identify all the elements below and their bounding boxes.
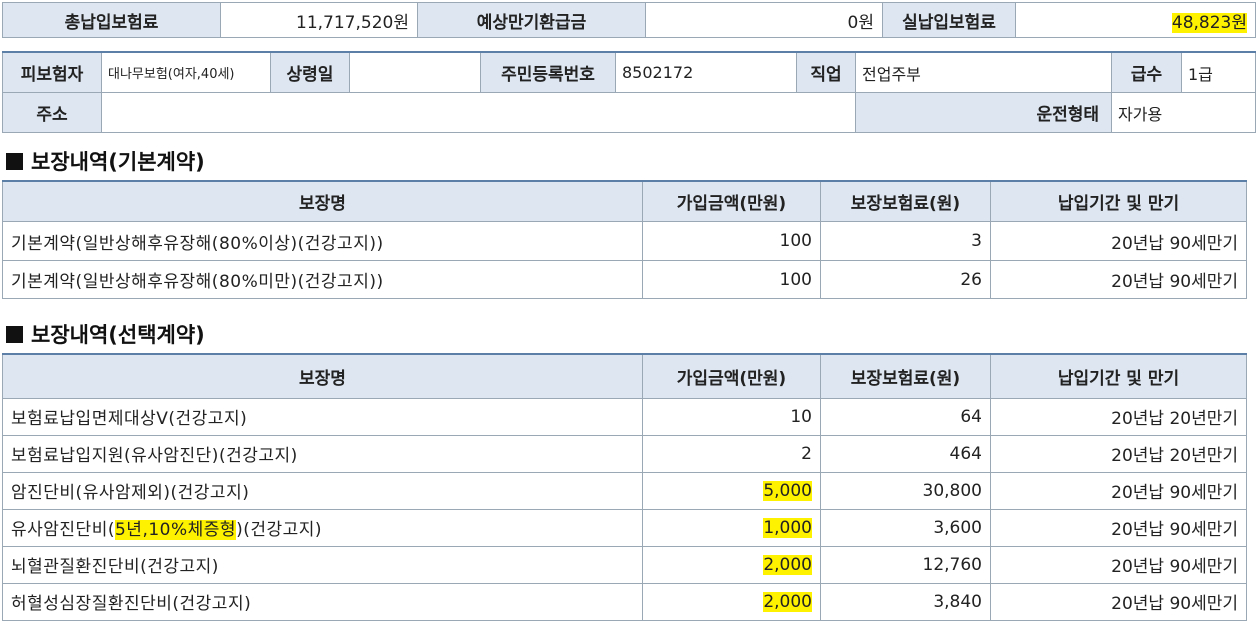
coverage-premium: 3,600 xyxy=(820,508,991,547)
insured-info-table: 피보험자 대나무보험(여자,40세) 상령일 주민등록번호 8502172 직업… xyxy=(2,51,1256,133)
coverage-name: 보험료납입지원(유사암진단)(건강고지) xyxy=(2,434,643,473)
basic-section-title-text: 보장내역(기본계약) xyxy=(31,150,205,174)
coverage-amount: 2,000 xyxy=(763,554,812,575)
coverage-amount: 100 xyxy=(642,221,821,261)
coverage-amount: 2,000 xyxy=(763,591,812,612)
grade-label: 급수 xyxy=(1111,51,1182,93)
col-header-coverage-name: 보장명 xyxy=(2,180,643,222)
table-row: 기본계약(일반상해후유장해(80%이상)(건강고지)) 100 3 20년납 9… xyxy=(2,221,1247,261)
actual-premium-label: 실납입보험료 xyxy=(882,2,1016,38)
coverage-premium: 3,840 xyxy=(820,582,991,621)
coverage-premium: 64 xyxy=(820,397,991,436)
rrn-label: 주민등록번호 xyxy=(480,51,616,93)
table-row: 보험료납입지원(유사암진단)(건강고지) 2 464 20년납 20년만기 xyxy=(2,434,1247,473)
col-header-coverage-name: 보장명 xyxy=(2,353,643,399)
coverage-premium: 12,760 xyxy=(820,545,991,584)
job-value: 전업주부 xyxy=(855,51,1112,93)
col-header-term: 납입기간 및 만기 xyxy=(990,353,1247,399)
coverage-name: 유사암진단비(5년,10%체증형)(건강고지) xyxy=(2,508,643,547)
optional-coverage-table: 보장명 가입금액(만원) 보장보험료(원) 납입기간 및 만기 보험료납입면제대… xyxy=(2,353,1247,621)
coverage-premium: 3 xyxy=(820,221,991,261)
col-header-term: 납입기간 및 만기 xyxy=(990,180,1247,222)
driving-value: 자가용 xyxy=(1111,92,1256,133)
coverage-term: 20년납 90세만기 xyxy=(990,508,1247,547)
insured-label: 피보험자 xyxy=(2,51,102,93)
coverage-premium: 30,800 xyxy=(820,471,991,510)
coverage-amount-cell: 2,000 xyxy=(642,545,821,584)
coverage-amount-cell: 2,000 xyxy=(642,582,821,621)
coverage-name: 허혈성심장질환진단비(건강고지) xyxy=(2,582,643,621)
coverage-name-prefix: 유사암진단비( xyxy=(11,520,115,540)
coverage-name: 뇌혈관질환진단비(건강고지) xyxy=(2,545,643,584)
actual-premium-value: 48,823원 xyxy=(1171,12,1247,33)
coverage-name: 기본계약(일반상해후유장해(80%미만)(건강고지)) xyxy=(2,260,643,299)
coverage-amount-cell: 5,000 xyxy=(642,471,821,510)
col-header-amount: 가입금액(만원) xyxy=(642,180,821,222)
coverage-premium: 464 xyxy=(820,434,991,473)
optional-header-row: 보장명 가입금액(만원) 보장보험료(원) 납입기간 및 만기 xyxy=(2,353,1247,399)
basic-header-row: 보장명 가입금액(만원) 보장보험료(원) 납입기간 및 만기 xyxy=(2,180,1247,222)
coverage-name-suffix: )(건강고지) xyxy=(236,520,323,540)
coverage-term: 20년납 20년만기 xyxy=(990,434,1247,473)
table-row: 뇌혈관질환진단비(건강고지) 2,000 12,760 20년납 90세만기 xyxy=(2,545,1247,584)
expected-refund-value: 0원 xyxy=(645,2,883,38)
coverage-amount: 10 xyxy=(642,397,821,436)
coverage-term: 20년납 90세만기 xyxy=(990,582,1247,621)
rrn-value: 8502172 xyxy=(615,51,797,93)
coverage-term: 20년납 90세만기 xyxy=(990,471,1247,510)
driving-label: 운전형태 xyxy=(855,92,1112,133)
coverage-term: 20년납 90세만기 xyxy=(990,260,1247,299)
table-row: 암진단비(유사암제외)(건강고지) 5,000 30,800 20년납 90세만… xyxy=(2,471,1247,510)
insured-value: 대나무보험(여자,40세) xyxy=(101,51,271,93)
age-date-value xyxy=(349,51,481,93)
basic-section-title: 보장내역(기본계약) xyxy=(6,146,205,176)
coverage-name: 보험료납입면제대상Ⅴ(건강고지) xyxy=(2,397,643,436)
total-premium-value: 11,717,520원 xyxy=(220,2,418,38)
address-label: 주소 xyxy=(2,92,102,133)
optional-section-title: 보장내역(선택계약) xyxy=(6,319,205,349)
coverage-name-highlight: 5년,10%체증형 xyxy=(114,520,237,540)
expected-refund-label: 예상만기환급금 xyxy=(417,2,646,38)
square-bullet-icon xyxy=(6,326,23,343)
coverage-term: 20년납 20년만기 xyxy=(990,397,1247,436)
col-header-premium: 보장보험료(원) xyxy=(820,353,991,399)
total-premium-label: 총납입보험료 xyxy=(2,2,221,38)
job-label: 직업 xyxy=(796,51,856,93)
coverage-name: 기본계약(일반상해후유장해(80%이상)(건강고지)) xyxy=(2,221,643,261)
insured-row-1: 피보험자 대나무보험(여자,40세) 상령일 주민등록번호 8502172 직업… xyxy=(2,51,1256,93)
premium-summary-table: 총납입보험료 11,717,520원 예상만기환급금 0원 실납입보험료 48,… xyxy=(2,2,1256,38)
coverage-amount: 5,000 xyxy=(763,480,812,501)
insured-row-2: 주소 운전형태 자가용 xyxy=(2,92,1256,133)
optional-section-title-text: 보장내역(선택계약) xyxy=(31,323,205,347)
coverage-term: 20년납 90세만기 xyxy=(990,545,1247,584)
coverage-amount: 2 xyxy=(642,434,821,473)
table-row: 보험료납입면제대상Ⅴ(건강고지) 10 64 20년납 20년만기 xyxy=(2,397,1247,436)
table-row: 기본계약(일반상해후유장해(80%미만)(건강고지)) 100 26 20년납 … xyxy=(2,260,1247,299)
coverage-name: 암진단비(유사암제외)(건강고지) xyxy=(2,471,643,510)
grade-value: 1급 xyxy=(1181,51,1256,93)
col-header-amount: 가입금액(만원) xyxy=(642,353,821,399)
coverage-term: 20년납 90세만기 xyxy=(990,221,1247,261)
table-row: 유사암진단비(5년,10%체증형)(건강고지) 1,000 3,600 20년납… xyxy=(2,508,1247,547)
coverage-amount-cell: 1,000 xyxy=(642,508,821,547)
actual-premium-value-cell: 48,823원 xyxy=(1015,2,1256,38)
summary-row: 총납입보험료 11,717,520원 예상만기환급금 0원 실납입보험료 48,… xyxy=(2,2,1256,38)
coverage-premium: 26 xyxy=(820,260,991,299)
age-date-label: 상령일 xyxy=(270,51,350,93)
address-value xyxy=(101,92,856,133)
coverage-amount: 100 xyxy=(642,260,821,299)
col-header-premium: 보장보험료(원) xyxy=(820,180,991,222)
coverage-amount: 1,000 xyxy=(763,517,812,538)
basic-coverage-table: 보장명 가입금액(만원) 보장보험료(원) 납입기간 및 만기 기본계약(일반상… xyxy=(2,180,1247,299)
square-bullet-icon xyxy=(6,153,23,170)
table-row: 허혈성심장질환진단비(건강고지) 2,000 3,840 20년납 90세만기 xyxy=(2,582,1247,621)
